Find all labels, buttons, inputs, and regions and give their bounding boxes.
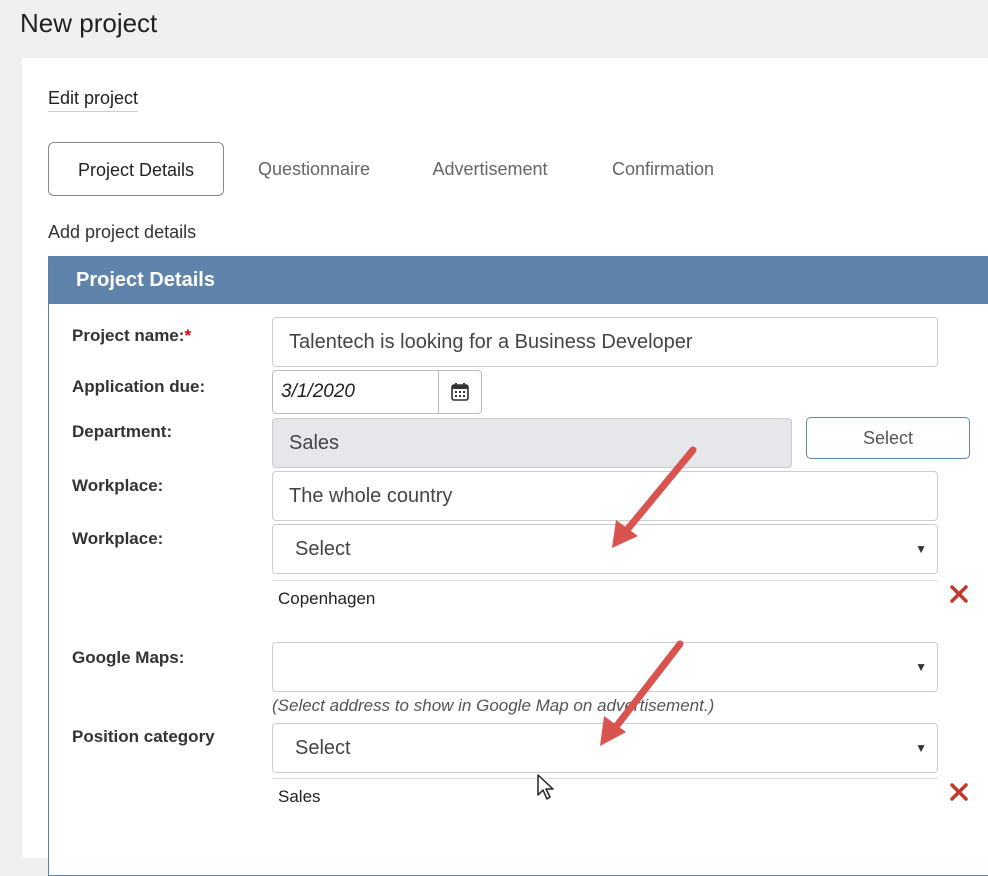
department-label: Department:	[72, 422, 173, 441]
tab-project-details[interactable]: Project Details	[48, 142, 224, 196]
application-due-label: Application due:	[72, 377, 206, 396]
tab-confirmation[interactable]: Confirmation	[596, 142, 730, 196]
department-select-button[interactable]: Select	[806, 417, 970, 459]
section-hint: Add project details	[48, 222, 197, 242]
position-category-label: Position category	[72, 727, 215, 746]
calendar-button[interactable]	[438, 370, 482, 414]
chevron-down-icon: ▼	[915, 542, 927, 556]
panel-header: Project Details	[49, 257, 988, 304]
remove-position-category-icon[interactable]	[949, 782, 969, 802]
tab-advertisement[interactable]: Advertisement	[418, 142, 562, 196]
mouse-cursor-icon	[537, 774, 554, 800]
annotation-arrow-icon	[612, 446, 697, 548]
application-due-input[interactable]: 3/1/2020	[272, 370, 438, 414]
tab-questionnaire[interactable]: Questionnaire	[244, 142, 384, 196]
project-name-input[interactable]: Talentech is looking for a Business Deve…	[272, 317, 938, 367]
workplace-select-label: Workplace:	[72, 529, 164, 548]
calendar-icon	[451, 383, 469, 401]
workplace-dropdown-value: Select	[295, 537, 351, 560]
edit-project-link[interactable]: Edit project	[48, 88, 139, 112]
chevron-down-icon: ▼	[915, 741, 927, 755]
position-category-dropdown-value: Select	[295, 736, 351, 759]
page-title: New project	[20, 8, 158, 38]
project-name-label: Project name:*	[72, 326, 192, 345]
annotation-arrow-icon	[600, 640, 684, 746]
chevron-down-icon: ▼	[915, 660, 927, 674]
department-input: Sales	[272, 418, 792, 468]
google-maps-label: Google Maps:	[72, 648, 185, 667]
required-mark: *	[184, 326, 192, 345]
remove-workplace-icon[interactable]	[949, 584, 969, 604]
position-category-selected-item: Sales	[272, 778, 938, 807]
workplace-label: Workplace:	[72, 476, 164, 495]
workplace-selected-item: Copenhagen	[272, 580, 938, 609]
